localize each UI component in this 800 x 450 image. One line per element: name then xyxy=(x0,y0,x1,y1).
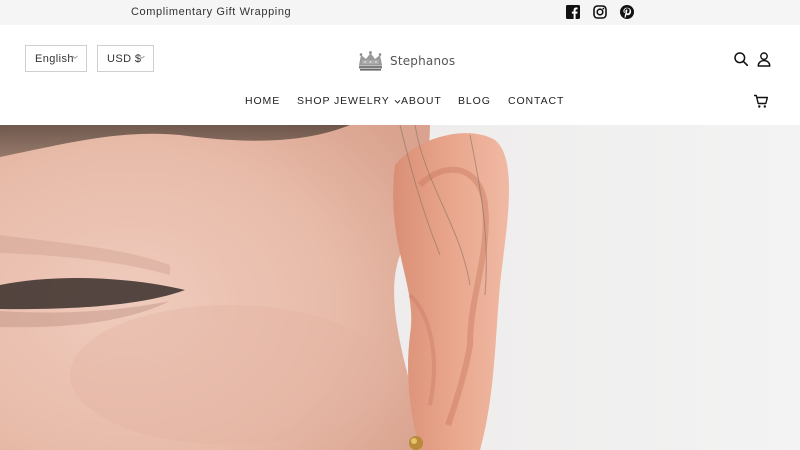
site-logo[interactable]: Stephanos xyxy=(357,50,455,72)
search-icon[interactable] xyxy=(733,51,749,67)
language-selector[interactable]: English xyxy=(25,45,87,72)
nav-item-about[interactable]: ABOUT xyxy=(401,95,442,107)
instagram-icon[interactable] xyxy=(593,5,607,19)
nav-item-shop-jewelry[interactable]: SHOP JEWELRY xyxy=(297,95,401,107)
account-icon[interactable] xyxy=(756,51,772,67)
crown-icon xyxy=(357,50,384,72)
chevron-down-icon xyxy=(71,53,79,61)
pinterest-icon[interactable] xyxy=(620,5,634,19)
announcement-text: Complimentary Gift Wrapping xyxy=(131,6,292,18)
nav-item-label: CONTACT xyxy=(508,95,565,107)
announcement-bar: Complimentary Gift Wrapping xyxy=(0,0,800,25)
hero-image xyxy=(0,125,800,450)
nav-item-label: BLOG xyxy=(458,95,491,107)
main-navigation: HOME SHOP JEWELRY ABOUT BLOG CONTACT xyxy=(0,95,800,109)
facebook-icon[interactable] xyxy=(566,5,580,19)
logo-text: Stephanos xyxy=(390,54,456,68)
nav-item-contact[interactable]: CONTACT xyxy=(508,95,564,107)
nav-item-label: ABOUT xyxy=(401,95,442,107)
chevron-down-icon xyxy=(138,53,146,61)
nav-item-label: SHOP JEWELRY xyxy=(297,95,390,107)
chevron-down-icon xyxy=(394,98,401,105)
nav-item-home[interactable]: HOME xyxy=(245,95,280,107)
language-selector-value: English xyxy=(35,52,74,65)
nav-item-label: HOME xyxy=(245,95,281,107)
currency-selector-value: USD $ xyxy=(107,52,142,65)
site-header: English USD $ Stephanos HOME SHOP JEWELR… xyxy=(0,25,800,125)
currency-selector[interactable]: USD $ xyxy=(97,45,154,72)
nav-item-blog[interactable]: BLOG xyxy=(458,95,491,107)
